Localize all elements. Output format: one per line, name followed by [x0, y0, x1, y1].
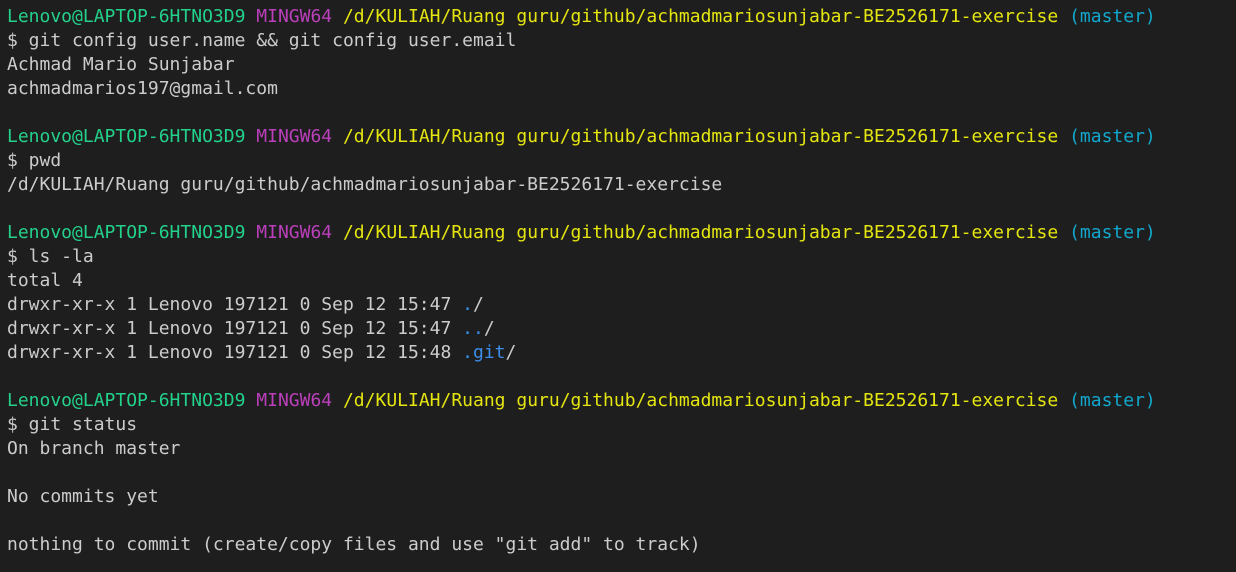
terminal-line: On branch master	[7, 437, 1236, 461]
terminal-text-segment: /	[473, 294, 484, 315]
terminal-line: /d/KULIAH/Ruang guru/github/achmadmarios…	[7, 173, 1236, 197]
terminal-line: $ pwd	[7, 149, 1236, 173]
terminal-line: $ git config user.name && git config use…	[7, 29, 1236, 53]
terminal-text-segment: /d/KULIAH/Ruang guru/github/achmadmarios…	[342, 222, 1059, 243]
terminal-text-segment: No commits yet	[7, 486, 159, 507]
terminal-text-segment: /	[505, 342, 517, 363]
terminal-text-segment: $ ls -la	[7, 246, 94, 267]
terminal-text-segment: Lenovo@LAPTOP-6HTNO3D9	[7, 126, 246, 147]
terminal-text-segment: achmadmarios197@gmail.com	[7, 78, 278, 99]
terminal-line: Lenovo@LAPTOP-6HTNO3D9 MINGW64 /d/KULIAH…	[7, 389, 1236, 413]
terminal-text-segment: nothing to commit (create/copy files and…	[7, 534, 701, 555]
terminal-text-segment: $ git config user.name && git config use…	[7, 30, 517, 51]
terminal-line: drwxr-xr-x 1 Lenovo 197121 0 Sep 12 15:4…	[7, 293, 1236, 317]
terminal-line: achmadmarios197@gmail.com	[7, 77, 1236, 101]
terminal-text-segment: (master)	[1069, 390, 1156, 411]
terminal-text-segment: Achmad Mario Sunjabar	[7, 54, 235, 75]
terminal-line: drwxr-xr-x 1 Lenovo 197121 0 Sep 12 15:4…	[7, 317, 1236, 341]
terminal-line: drwxr-xr-x 1 Lenovo 197121 0 Sep 12 15:4…	[7, 341, 1236, 365]
terminal-text-segment: .git	[462, 342, 506, 363]
terminal-text-segment: drwxr-xr-x 1 Lenovo 197121 0 Sep 12 15:4…	[7, 318, 463, 339]
terminal-text-segment: (master)	[1069, 126, 1156, 147]
terminal-line: Lenovo@LAPTOP-6HTNO3D9 MINGW64 /d/KULIAH…	[7, 5, 1236, 29]
terminal-text-segment: MINGW64	[256, 126, 333, 147]
terminal-text-segment: drwxr-xr-x 1 Lenovo 197121 0 Sep 12 15:4…	[7, 342, 463, 363]
terminal-text-segment: ..	[462, 318, 484, 339]
terminal-window[interactable]: Lenovo@LAPTOP-6HTNO3D9 MINGW64 /d/KULIAH…	[0, 0, 1236, 572]
terminal-text-segment: /d/KULIAH/Ruang guru/github/achmadmarios…	[342, 126, 1059, 147]
terminal-text-segment: Lenovo@LAPTOP-6HTNO3D9	[7, 390, 246, 411]
terminal-line: total 4	[7, 269, 1236, 293]
terminal-line: Lenovo@LAPTOP-6HTNO3D9 MINGW64 /d/KULIAH…	[7, 125, 1236, 149]
terminal-text-segment: (master)	[1069, 222, 1156, 243]
terminal-text-segment: MINGW64	[256, 390, 333, 411]
terminal-line: $ git status	[7, 413, 1236, 437]
terminal-text-segment: /d/KULIAH/Ruang guru/github/achmadmarios…	[7, 174, 723, 195]
terminal-text-segment: Lenovo@LAPTOP-6HTNO3D9	[7, 222, 246, 243]
terminal-text-segment: /	[483, 318, 495, 339]
terminal-line: Achmad Mario Sunjabar	[7, 53, 1236, 77]
terminal-text-segment: (master)	[1069, 6, 1156, 27]
terminal-text-segment: On branch master	[7, 438, 181, 459]
terminal-text-segment: MINGW64	[256, 6, 333, 27]
terminal-text-segment: total 4	[7, 270, 83, 291]
terminal-line: No commits yet	[7, 485, 1236, 509]
terminal-text-segment: /d/KULIAH/Ruang guru/github/achmadmarios…	[342, 390, 1059, 411]
terminal-text-segment: $ pwd	[7, 150, 62, 171]
terminal-text-segment: drwxr-xr-x 1 Lenovo 197121 0 Sep 12 15:4…	[7, 294, 463, 315]
terminal-text-segment: .	[462, 294, 473, 315]
terminal-line: nothing to commit (create/copy files and…	[7, 533, 1236, 557]
terminal-text-segment: Lenovo@LAPTOP-6HTNO3D9	[7, 6, 246, 27]
terminal-text-segment: $ git status	[7, 414, 138, 435]
terminal-text-segment: MINGW64	[256, 222, 333, 243]
terminal-line: $ ls -la	[7, 245, 1236, 269]
terminal-line: Lenovo@LAPTOP-6HTNO3D9 MINGW64 /d/KULIAH…	[7, 221, 1236, 245]
terminal-output: Lenovo@LAPTOP-6HTNO3D9 MINGW64 /d/KULIAH…	[7, 5, 1236, 557]
terminal-text-segment: /d/KULIAH/Ruang guru/github/achmadmarios…	[342, 6, 1059, 27]
